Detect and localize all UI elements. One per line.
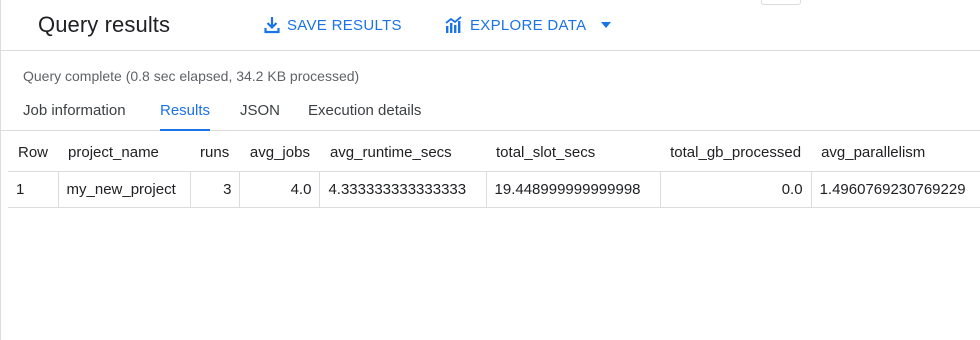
cell-runs[interactable]: 3 <box>189 171 240 208</box>
column-header-avg-parallelism[interactable]: avg_parallelism <box>811 135 980 172</box>
tab-execution-details[interactable]: Execution details <box>308 102 421 131</box>
explore-data-button[interactable]: EXPLORE DATA <box>445 15 612 35</box>
cell-avg-parallelism[interactable]: 1.4960769230769229 <box>810 171 980 208</box>
column-header-project-name[interactable]: project_name <box>58 135 191 172</box>
column-header-total-gb-processed[interactable]: total_gb_processed <box>660 135 812 172</box>
download-icon <box>264 16 280 34</box>
tab-results[interactable]: Results <box>160 102 211 131</box>
cell-avg-jobs[interactable]: 4.0 <box>239 171 320 208</box>
query-status: Query complete (0.8 sec elapsed, 34.2 KB… <box>23 68 360 84</box>
table-header-row: Row project_name runs avg_jobs avg_runti… <box>8 135 980 172</box>
results-header: Query results SAVE RESULTS EXPLORE DATA <box>1 0 980 51</box>
query-results-panel: Query results SAVE RESULTS EXPLORE DATA … <box>0 0 980 340</box>
column-header-avg-runtime-secs[interactable]: avg_runtime_secs <box>319 135 487 172</box>
results-table: Row project_name runs avg_jobs avg_runti… <box>8 135 980 208</box>
tab-json[interactable]: JSON <box>240 102 280 131</box>
tab-job-information[interactable]: Job information <box>23 102 126 131</box>
save-results-button[interactable]: SAVE RESULTS <box>264 15 402 35</box>
cell-row-number[interactable]: 1 <box>8 171 59 208</box>
results-tabs: Job information Results JSON Execution d… <box>1 95 980 131</box>
column-header-total-slot-secs[interactable]: total_slot_secs <box>486 135 661 172</box>
cell-total-slot-secs[interactable]: 19.448999999999998 <box>485 171 661 208</box>
column-header-runs[interactable]: runs <box>190 135 240 172</box>
page-title: Query results <box>38 12 171 37</box>
column-header-row[interactable]: Row <box>8 135 59 172</box>
explore-data-label: EXPLORE DATA <box>470 16 587 34</box>
cell-project-name[interactable]: my_new_project <box>57 171 191 208</box>
chart-icon <box>445 16 463 34</box>
cell-total-gb-processed[interactable]: 0.0 <box>659 171 812 208</box>
column-header-avg-jobs[interactable]: avg_jobs <box>239 135 320 172</box>
save-results-label: SAVE RESULTS <box>287 16 402 34</box>
cell-avg-runtime-secs[interactable]: 4.333333333333333 <box>319 171 487 208</box>
table-row[interactable]: 1 my_new_project 3 4.0 4.333333333333333… <box>8 171 980 208</box>
caret-down-icon[interactable] <box>601 22 612 28</box>
